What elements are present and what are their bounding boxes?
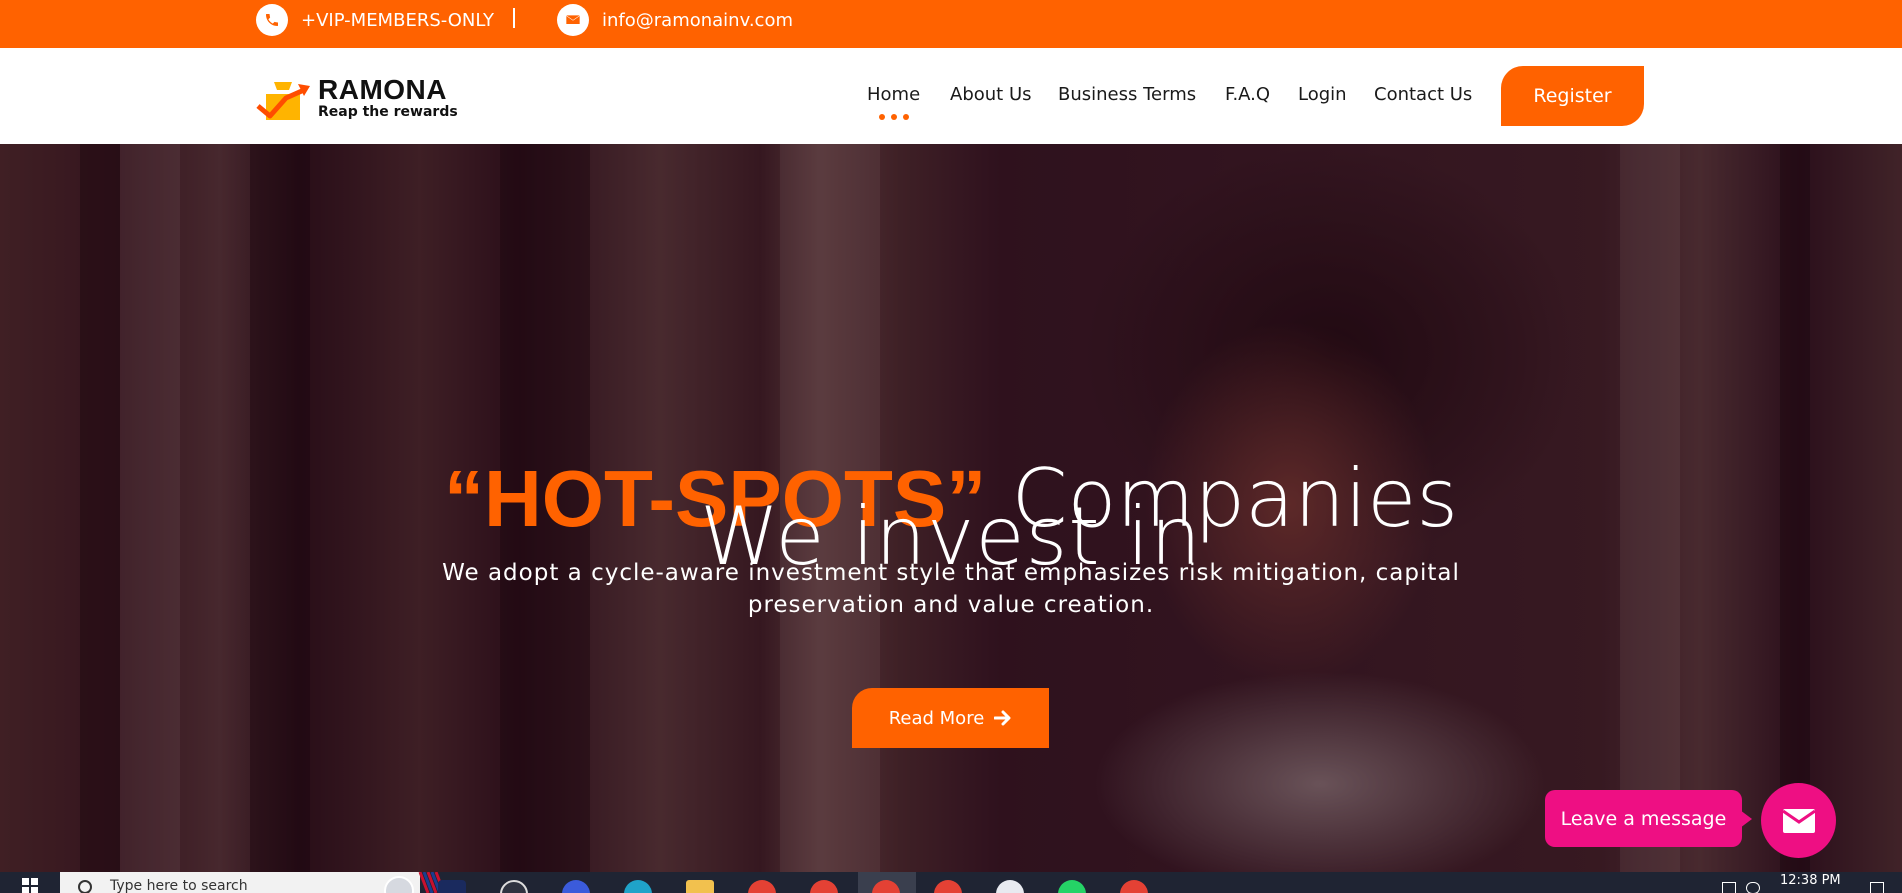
hero-subtitle: We adopt a cycle-aware investment style …	[442, 560, 1460, 618]
phone-text: +VIP-MEMBERS-ONLY	[301, 9, 495, 31]
volume-icon[interactable]	[1746, 882, 1760, 893]
nav-contact-us[interactable]: Contact Us	[1374, 84, 1472, 105]
brand-tagline: Reap the rewards	[318, 104, 458, 120]
nav-home[interactable]: Home	[867, 84, 920, 105]
chrome-app-icon[interactable]	[1120, 880, 1148, 893]
chrome-app-icon[interactable]	[748, 880, 776, 893]
mail-icon	[1781, 808, 1816, 833]
read-more-button[interactable]: Read More	[852, 688, 1049, 748]
envelope-icon	[557, 4, 589, 36]
photoshop-app-icon[interactable]	[438, 880, 466, 893]
arrow-right-icon	[994, 710, 1011, 726]
growth-chart-logo-icon	[256, 82, 310, 120]
slack-app-icon[interactable]	[996, 880, 1024, 893]
nav-about-us[interactable]: About Us	[950, 84, 1032, 105]
register-button[interactable]: Register	[1501, 66, 1644, 126]
taskbar-clock[interactable]: 12:38 PM	[1780, 873, 1841, 888]
main-navbar: RAMONA Reap the rewards Home About Us Bu…	[0, 48, 1902, 144]
chrome-app-icon[interactable]	[810, 880, 838, 893]
email-text: info@ramonainv.com	[602, 9, 794, 31]
whatsapp-app-icon[interactable]	[1058, 880, 1086, 893]
active-indicator-dots	[879, 114, 909, 120]
brand-name: RAMONA	[318, 74, 447, 105]
top-contact-bar: +VIP-MEMBERS-ONLY info@ramonainv.com	[0, 0, 1902, 48]
taskbar-search-placeholder: Type here to search	[110, 878, 248, 893]
file-explorer-icon[interactable]	[686, 880, 714, 893]
chrome-app-icon[interactable]	[934, 880, 962, 893]
nav-faq[interactable]: F.A.Q	[1225, 84, 1270, 105]
brand-logo[interactable]: RAMONA Reap the rewards	[256, 76, 458, 120]
read-more-label: Read More	[888, 707, 985, 729]
windows-start-icon[interactable]	[22, 878, 38, 893]
taskbar-search[interactable]: Type here to search	[60, 872, 446, 893]
search-highlight-icon	[384, 876, 414, 893]
leave-message-bubble[interactable]: Leave a message	[1545, 790, 1752, 847]
notification-icon[interactable]	[1870, 882, 1884, 893]
clock-app-icon[interactable]	[500, 880, 528, 893]
os-taskbar: Type here to search 12:38 PM	[0, 872, 1902, 893]
nav-business-terms[interactable]: Business Terms	[1058, 84, 1196, 105]
phone-contact[interactable]: +VIP-MEMBERS-ONLY	[256, 0, 494, 40]
edge-browser-icon[interactable]	[624, 880, 652, 893]
chat-launcher-button[interactable]	[1761, 783, 1836, 858]
phone-icon	[256, 4, 288, 36]
topbar-divider	[513, 8, 515, 28]
copilot-app-icon[interactable]	[562, 880, 590, 893]
network-icon[interactable]	[1722, 882, 1736, 893]
nav-login[interactable]: Login	[1298, 84, 1347, 105]
search-icon	[78, 880, 92, 893]
email-contact[interactable]: info@ramonainv.com	[557, 0, 793, 40]
